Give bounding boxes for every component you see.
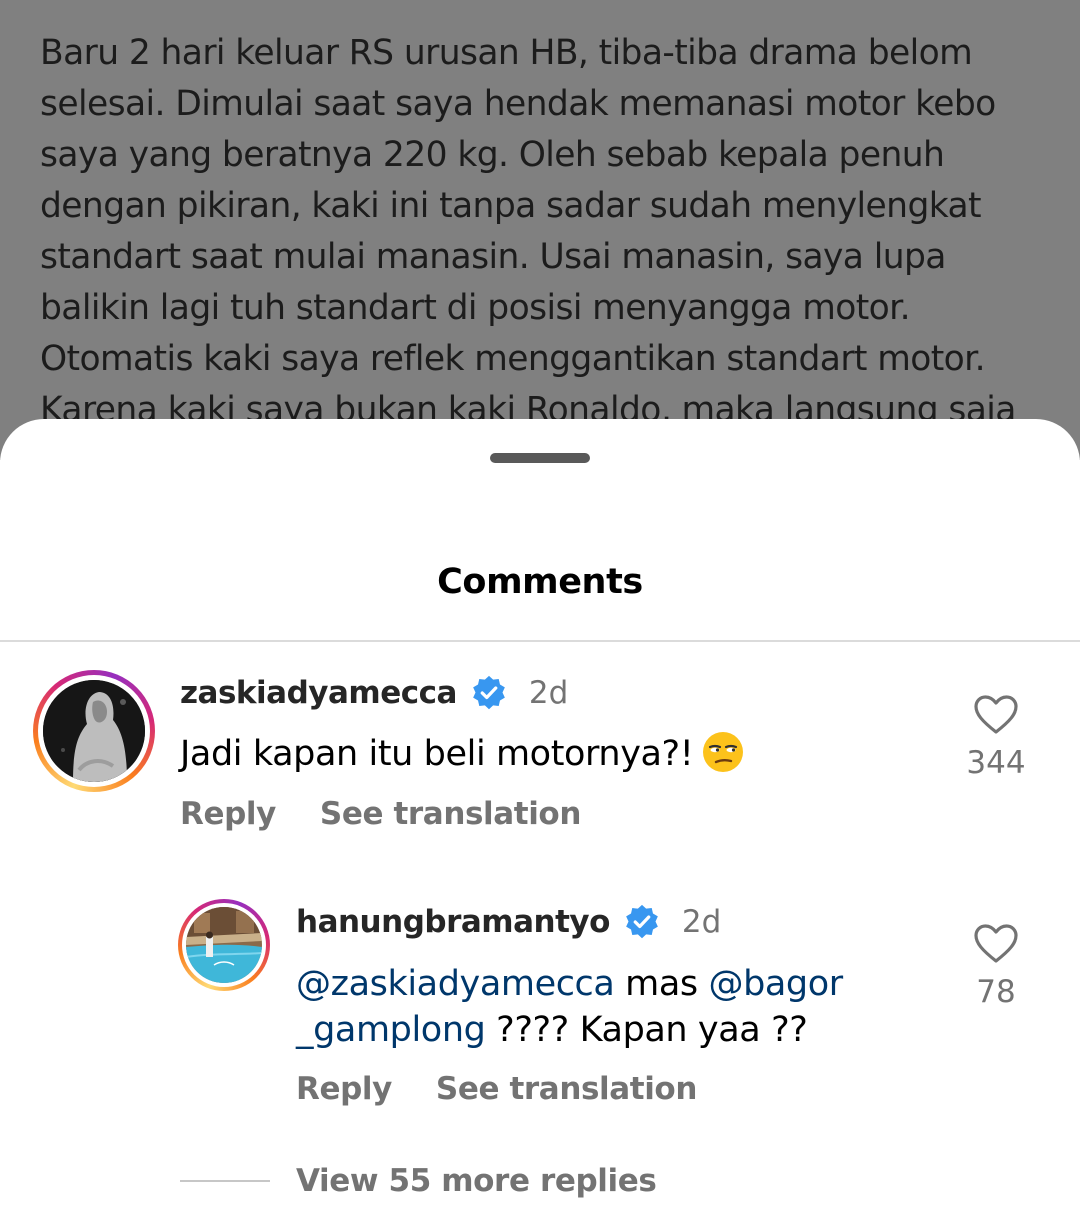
caption-line: standart saat mulai manasin. Usai manasi… [40,237,946,277]
replies-divider [180,1180,270,1182]
like-count: 344 [966,745,1026,781]
see-translation-button[interactable]: See translation [436,1071,697,1107]
caption-line: Baru 2 hari keluar RS urusan HB, tiba-ti… [40,33,973,73]
reply-button[interactable]: Reply [180,796,276,832]
header-divider [0,640,1080,642]
avatar-image [186,907,262,983]
comment-timestamp: 2d [528,675,569,711]
comment-username[interactable]: zaskiadyamecca [180,675,457,711]
avatar-image [43,680,145,782]
mention-link[interactable]: @zaskiadyamecca [296,964,615,1004]
like-count: 78 [976,974,1016,1010]
post-caption: Baru 2 hari keluar RS urusan HB, tiba-ti… [40,28,1040,436]
verified-badge-icon [626,904,658,939]
avatar[interactable] [178,899,270,991]
heart-icon[interactable] [974,695,1018,735]
caption-line: dengan pikiran, kaki ini tanpa sadar sud… [40,186,982,226]
heart-icon[interactable] [974,924,1018,964]
comments-sheet: Comments zaskiadyamecca 2d Jadi kapan it… [0,419,1080,1230]
caption-line: selesai. Dimulai saat saya hendak memana… [40,84,996,124]
mention-link[interactable]: _gamplong [296,1010,486,1050]
verified-badge-icon [473,675,505,710]
see-translation-button[interactable]: See translation [320,796,581,832]
sheet-drag-handle[interactable] [490,453,590,463]
reply-button[interactable]: Reply [296,1071,392,1107]
comment-username[interactable]: hanungbramantyo [296,904,610,940]
avatar[interactable] [33,670,155,792]
post-caption-backdrop: Baru 2 hari keluar RS urusan HB, tiba-ti… [0,0,1080,460]
caption-line: balikin lagi tuh standart di posisi meny… [40,288,911,328]
view-more-replies-button[interactable]: View 55 more replies [296,1163,657,1199]
caption-line: Otomatis kaki saya reflek menggantikan s… [40,339,986,379]
comment-text: @zaskiadyamecca mas @bagor _gamplong ???… [296,964,843,1050]
comment-timestamp: 2d [681,904,722,940]
comment-text: Jadi kapan itu beli motornya?! [180,731,745,777]
caption-line: saya yang beratnya 220 kg. Oleh sebab ke… [40,135,945,175]
unamused-face-icon [703,732,744,772]
mention-link[interactable]: @bagor [708,964,843,1004]
sheet-title: Comments [437,562,643,602]
